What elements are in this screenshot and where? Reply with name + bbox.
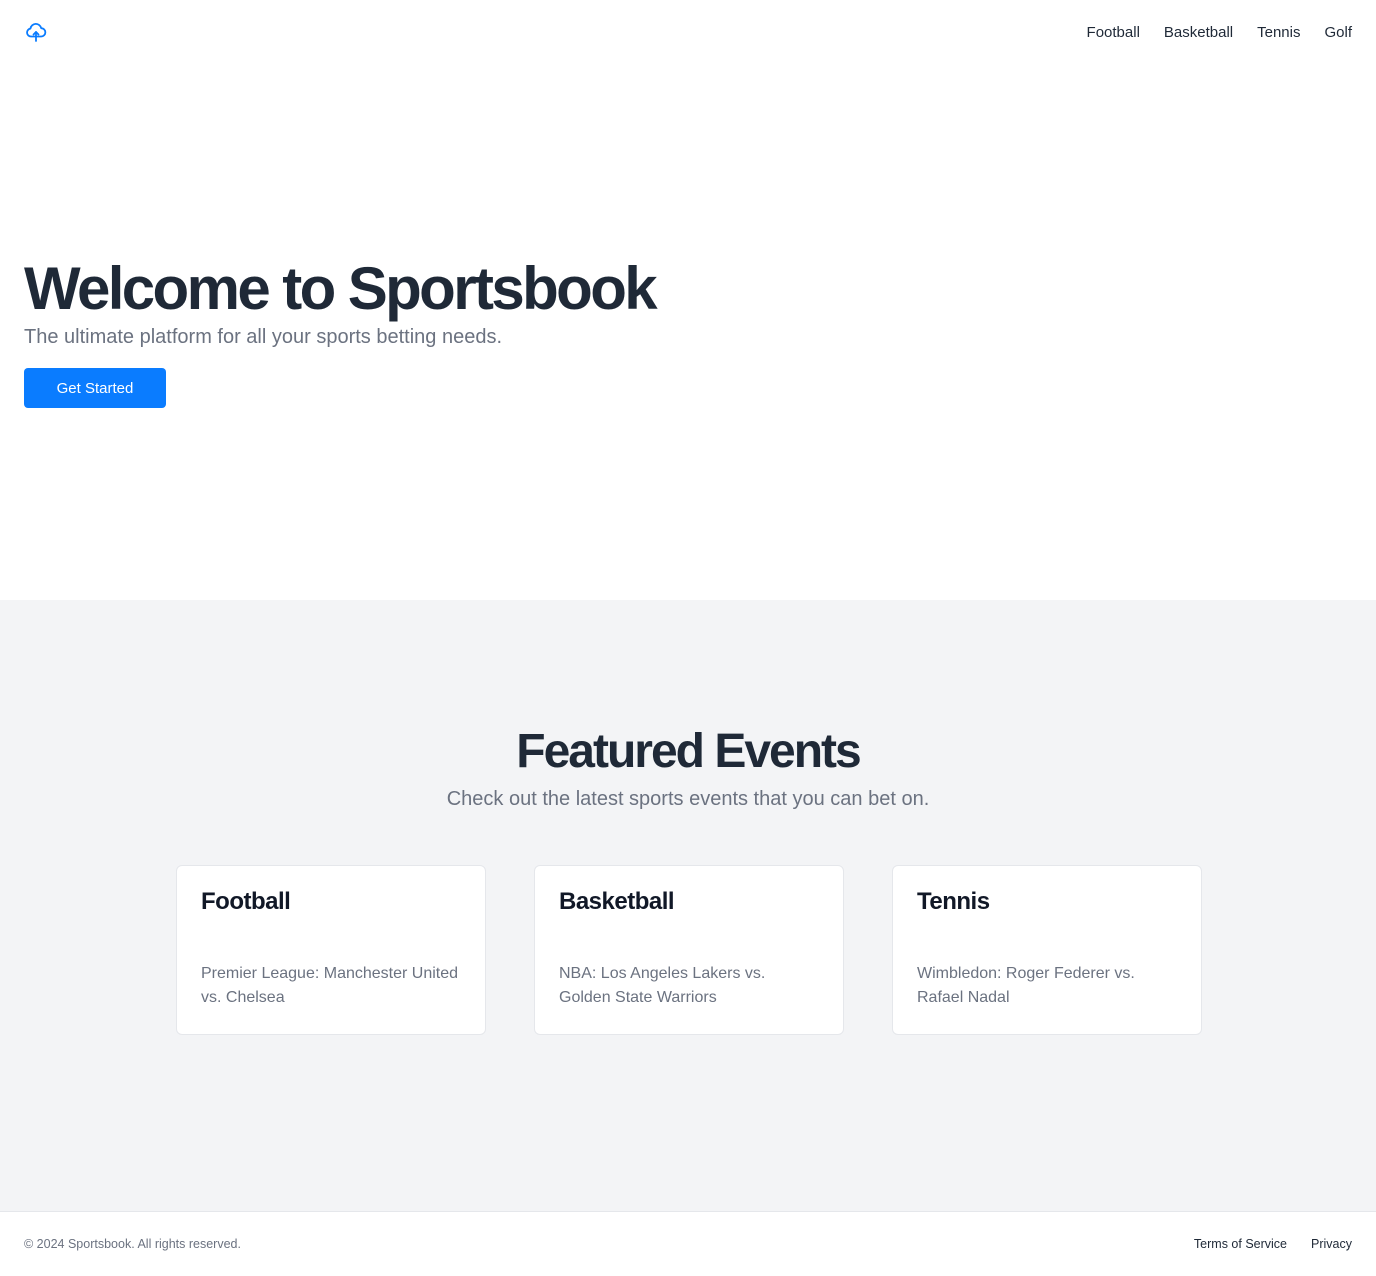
hero-title: Welcome to Sportsbook [24,255,658,322]
event-card-tennis[interactable]: Tennis Wimbledon: Roger Federer vs. Rafa… [892,865,1202,1035]
event-card-basketball[interactable]: Basketball NBA: Los Angeles Lakers vs. G… [534,865,844,1035]
event-card-description: Wimbledon: Roger Federer vs. Rafael Nada… [917,965,1135,1006]
nav-link-football[interactable]: Football [1087,24,1140,41]
privacy-link[interactable]: Privacy [1311,1237,1352,1251]
nav-link-basketball[interactable]: Basketball [1164,24,1233,41]
footer-links: Terms of Service Privacy [1194,1237,1352,1251]
event-cards: Football Premier League: Manchester Unit… [176,865,1202,1035]
nav-link-tennis[interactable]: Tennis [1257,24,1300,41]
site-footer: © 2024 Sportsbook. All rights reserved. … [0,1211,1376,1276]
featured-events-section: Featured Events Check out the latest spo… [0,600,1376,1211]
featured-subtitle: Check out the latest sports events that … [446,788,930,810]
site-header: Football Basketball Tennis Golf [0,0,1376,64]
cloud-icon[interactable] [24,20,48,44]
event-card-title: Basketball [559,888,675,915]
event-card-title: Tennis [917,888,990,915]
event-card-football[interactable]: Football Premier League: Manchester Unit… [176,865,486,1035]
nav-link-golf[interactable]: Golf [1324,24,1352,41]
hero-section: Welcome to Sportsbook The ultimate platf… [0,64,1376,600]
copyright-text: © 2024 Sportsbook. All rights reserved. [24,1237,241,1251]
terms-of-service-link[interactable]: Terms of Service [1194,1237,1287,1251]
get-started-button[interactable]: Get Started [24,368,166,408]
main-nav: Football Basketball Tennis Golf [1087,24,1352,41]
featured-title: Featured Events [516,725,861,778]
hero-subtitle: The ultimate platform for all your sport… [24,326,503,348]
event-card-description: Premier League: Manchester United vs. Ch… [201,965,459,1006]
event-card-title: Football [201,888,291,915]
event-card-description: NBA: Los Angeles Lakers vs. Golden State… [559,965,766,1006]
